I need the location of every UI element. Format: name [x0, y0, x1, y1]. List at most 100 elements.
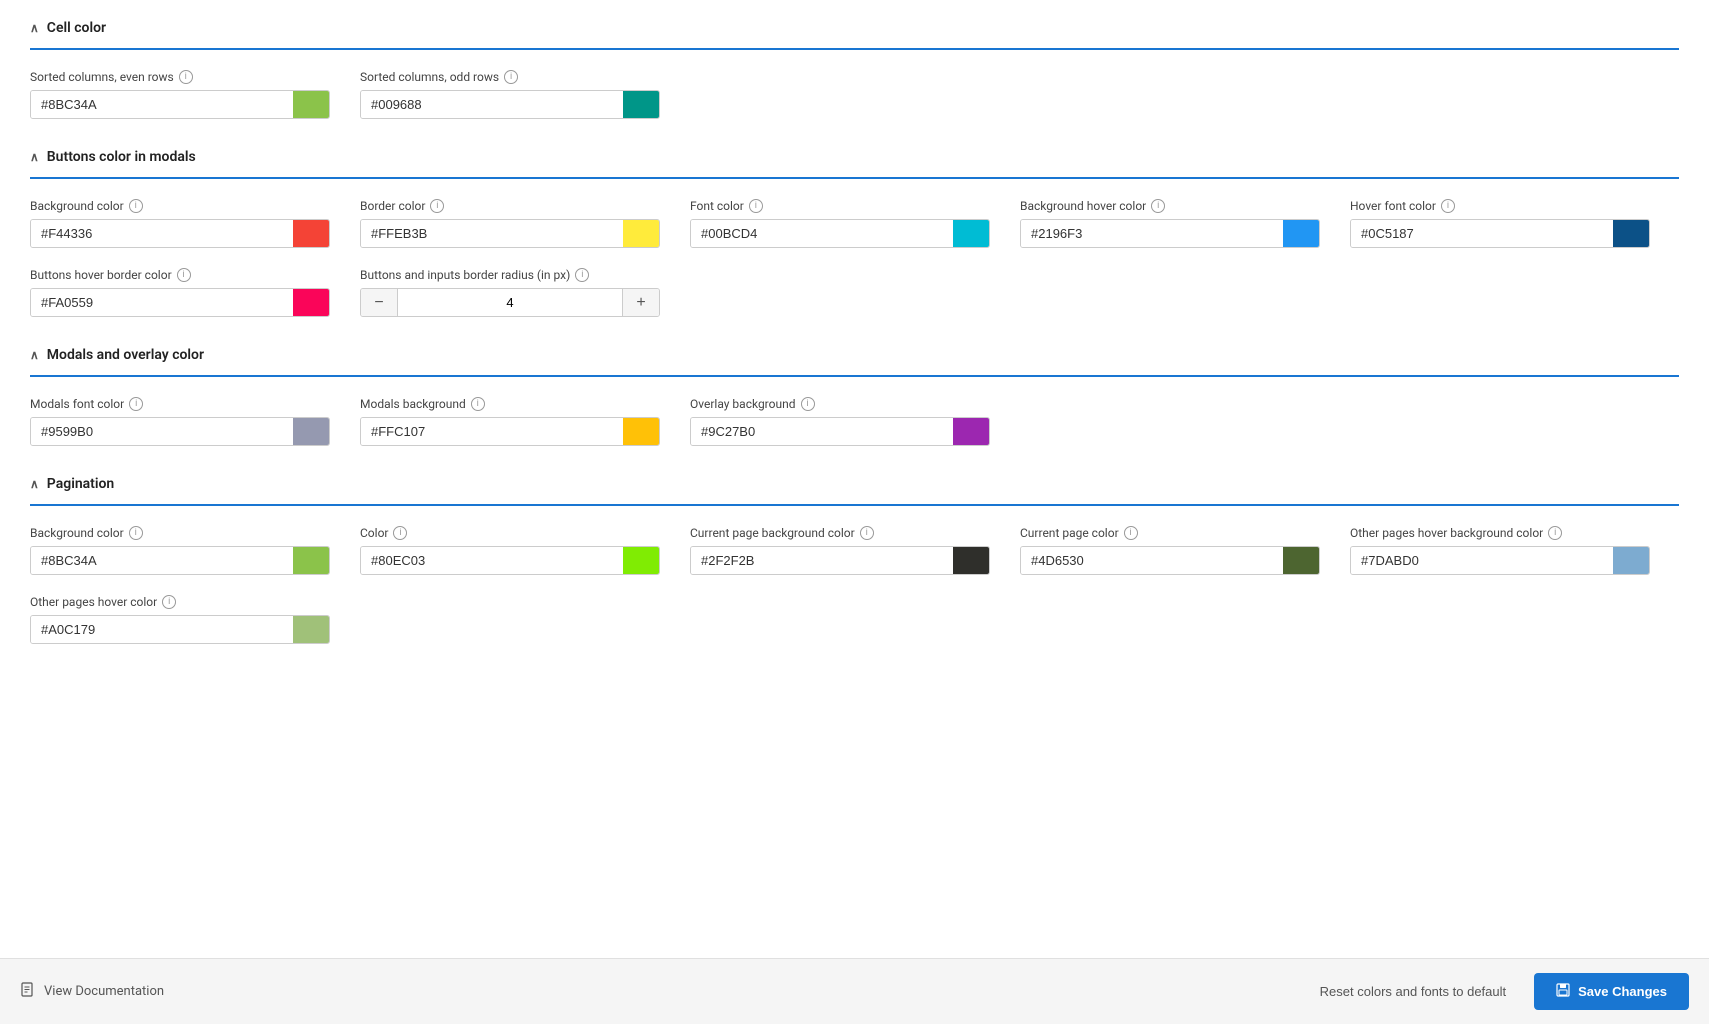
label-text-sorted-even: Sorted columns, even rows [30, 70, 174, 84]
label-text-hover-border-color: Buttons hover border color [30, 268, 172, 282]
chevron-up-icon[interactable]: ∧ [30, 348, 39, 362]
field-border-radius: Buttons and inputs border radius (in px)… [360, 268, 660, 317]
info-icon[interactable]: i [860, 526, 874, 540]
color-row-sorted-odd [360, 90, 660, 119]
stepper-minus-button[interactable]: − [361, 289, 397, 316]
info-icon[interactable]: i [575, 268, 589, 282]
stepper-value-input[interactable] [397, 289, 623, 316]
info-icon[interactable]: i [801, 397, 815, 411]
info-icon[interactable]: i [393, 526, 407, 540]
info-icon[interactable]: i [179, 70, 193, 84]
info-icon[interactable]: i [1124, 526, 1138, 540]
info-icon[interactable]: i [1548, 526, 1562, 540]
info-icon[interactable]: i [129, 526, 143, 540]
color-text-input-modals-font[interactable] [31, 418, 293, 445]
color-swatch-overlay-bg[interactable] [953, 418, 989, 445]
color-swatch-pag-current-color[interactable] [1283, 547, 1319, 574]
label-sorted-even: Sorted columns, even rows i [30, 70, 330, 84]
info-icon[interactable]: i [504, 70, 518, 84]
color-swatch-hover-border-color[interactable] [293, 289, 329, 316]
color-text-input-pag-color[interactable] [361, 547, 623, 574]
save-icon [1556, 983, 1570, 1000]
color-swatch-sorted-odd[interactable] [623, 91, 659, 118]
color-swatch-bg-color[interactable] [293, 220, 329, 247]
color-text-input-font-color[interactable] [691, 220, 953, 247]
color-swatch-sorted-even[interactable] [293, 91, 329, 118]
chevron-up-icon[interactable]: ∧ [30, 477, 39, 491]
field-border-color: Border color i [360, 199, 660, 248]
chevron-up-icon[interactable]: ∧ [30, 21, 39, 35]
label-overlay-bg: Overlay backgroundi [690, 397, 990, 411]
color-text-input-pag-current-color[interactable] [1021, 547, 1283, 574]
color-text-input-pag-hover-color[interactable] [31, 616, 293, 643]
reset-button[interactable]: Reset colors and fonts to default [1308, 976, 1518, 1007]
color-swatch-font-color[interactable] [953, 220, 989, 247]
color-row-modals-font [30, 417, 330, 446]
color-swatch-modals-font[interactable] [293, 418, 329, 445]
chevron-up-icon[interactable]: ∧ [30, 150, 39, 164]
info-icon[interactable]: i [430, 199, 444, 213]
doc-icon [20, 982, 36, 1002]
info-icon[interactable]: i [129, 199, 143, 213]
color-row-pag-hover-bg [1350, 546, 1650, 575]
field-pag-hover-bg: Other pages hover background colori [1350, 526, 1650, 575]
color-row-bg-color [30, 219, 330, 248]
label-text-hover-font-color: Hover font color [1350, 199, 1436, 213]
color-swatch-pag-bg[interactable] [293, 547, 329, 574]
color-swatch-bg-hover-color[interactable] [1283, 220, 1319, 247]
color-text-input-hover-font-color[interactable] [1351, 220, 1613, 247]
color-text-input-bg-color[interactable] [31, 220, 293, 247]
info-icon[interactable]: i [177, 268, 191, 282]
info-icon[interactable]: i [749, 199, 763, 213]
label-text-border-color: Border color [360, 199, 425, 213]
color-swatch-pag-color[interactable] [623, 547, 659, 574]
color-row-modals-bg [360, 417, 660, 446]
color-swatch-pag-hover-bg[interactable] [1613, 547, 1649, 574]
info-icon[interactable]: i [471, 397, 485, 411]
label-hover-border-color: Buttons hover border color i [30, 268, 330, 282]
footer: View Documentation Reset colors and font… [0, 958, 1709, 1024]
color-swatch-hover-font-color[interactable] [1613, 220, 1649, 247]
section-title-cell-color: Cell color [47, 20, 106, 36]
label-bg-hover-color: Background hover color i [1020, 199, 1320, 213]
fields-grid-modals-overlay: Modals font coloriModals backgroundiOver… [30, 397, 1679, 446]
info-icon[interactable]: i [129, 397, 143, 411]
label-text-bg-hover-color: Background hover color [1020, 199, 1146, 213]
view-docs-label: View Documentation [44, 984, 164, 999]
color-text-input-pag-current-bg[interactable] [691, 547, 953, 574]
color-text-input-border-color[interactable] [361, 220, 623, 247]
save-button[interactable]: Save Changes [1534, 973, 1689, 1010]
color-swatch-pag-current-bg[interactable] [953, 547, 989, 574]
color-row-sorted-even [30, 90, 330, 119]
info-icon[interactable]: i [1441, 199, 1455, 213]
color-swatch-modals-bg[interactable] [623, 418, 659, 445]
main-content: ∧Cell colorSorted columns, even rowsiSor… [0, 0, 1709, 958]
label-pag-hover-bg: Other pages hover background colori [1350, 526, 1650, 540]
color-text-input-sorted-even[interactable] [31, 91, 293, 118]
label-hover-font-color: Hover font color i [1350, 199, 1650, 213]
label-text-pag-hover-color: Other pages hover color [30, 595, 157, 609]
section-header-cell-color: ∧ Cell color [30, 20, 1679, 36]
color-text-input-hover-border-color[interactable] [31, 289, 293, 316]
color-text-input-pag-bg[interactable] [31, 547, 293, 574]
view-docs-link[interactable]: View Documentation [20, 982, 164, 1002]
color-text-input-pag-hover-bg[interactable] [1351, 547, 1613, 574]
color-swatch-border-color[interactable] [623, 220, 659, 247]
color-text-input-sorted-odd[interactable] [361, 91, 623, 118]
field-pag-color: Colori [360, 526, 660, 575]
stepper-plus-button[interactable]: + [623, 289, 659, 316]
field-bg-hover-color: Background hover color i [1020, 199, 1320, 248]
color-swatch-pag-hover-color[interactable] [293, 616, 329, 643]
color-text-input-modals-bg[interactable] [361, 418, 623, 445]
section-buttons-modal-color: ∧Buttons color in modalsBackground color… [30, 149, 1679, 317]
info-icon[interactable]: i [162, 595, 176, 609]
label-text-sorted-odd: Sorted columns, odd rows [360, 70, 499, 84]
label-text-pag-bg: Background color [30, 526, 124, 540]
color-text-input-overlay-bg[interactable] [691, 418, 953, 445]
color-text-input-bg-hover-color[interactable] [1021, 220, 1283, 247]
section-title-pagination: Pagination [47, 476, 114, 492]
field-pag-bg: Background color i [30, 526, 330, 575]
section-pagination: ∧PaginationBackground coloriColoriCurren… [30, 476, 1679, 644]
info-icon[interactable]: i [1151, 199, 1165, 213]
color-row-pag-color [360, 546, 660, 575]
